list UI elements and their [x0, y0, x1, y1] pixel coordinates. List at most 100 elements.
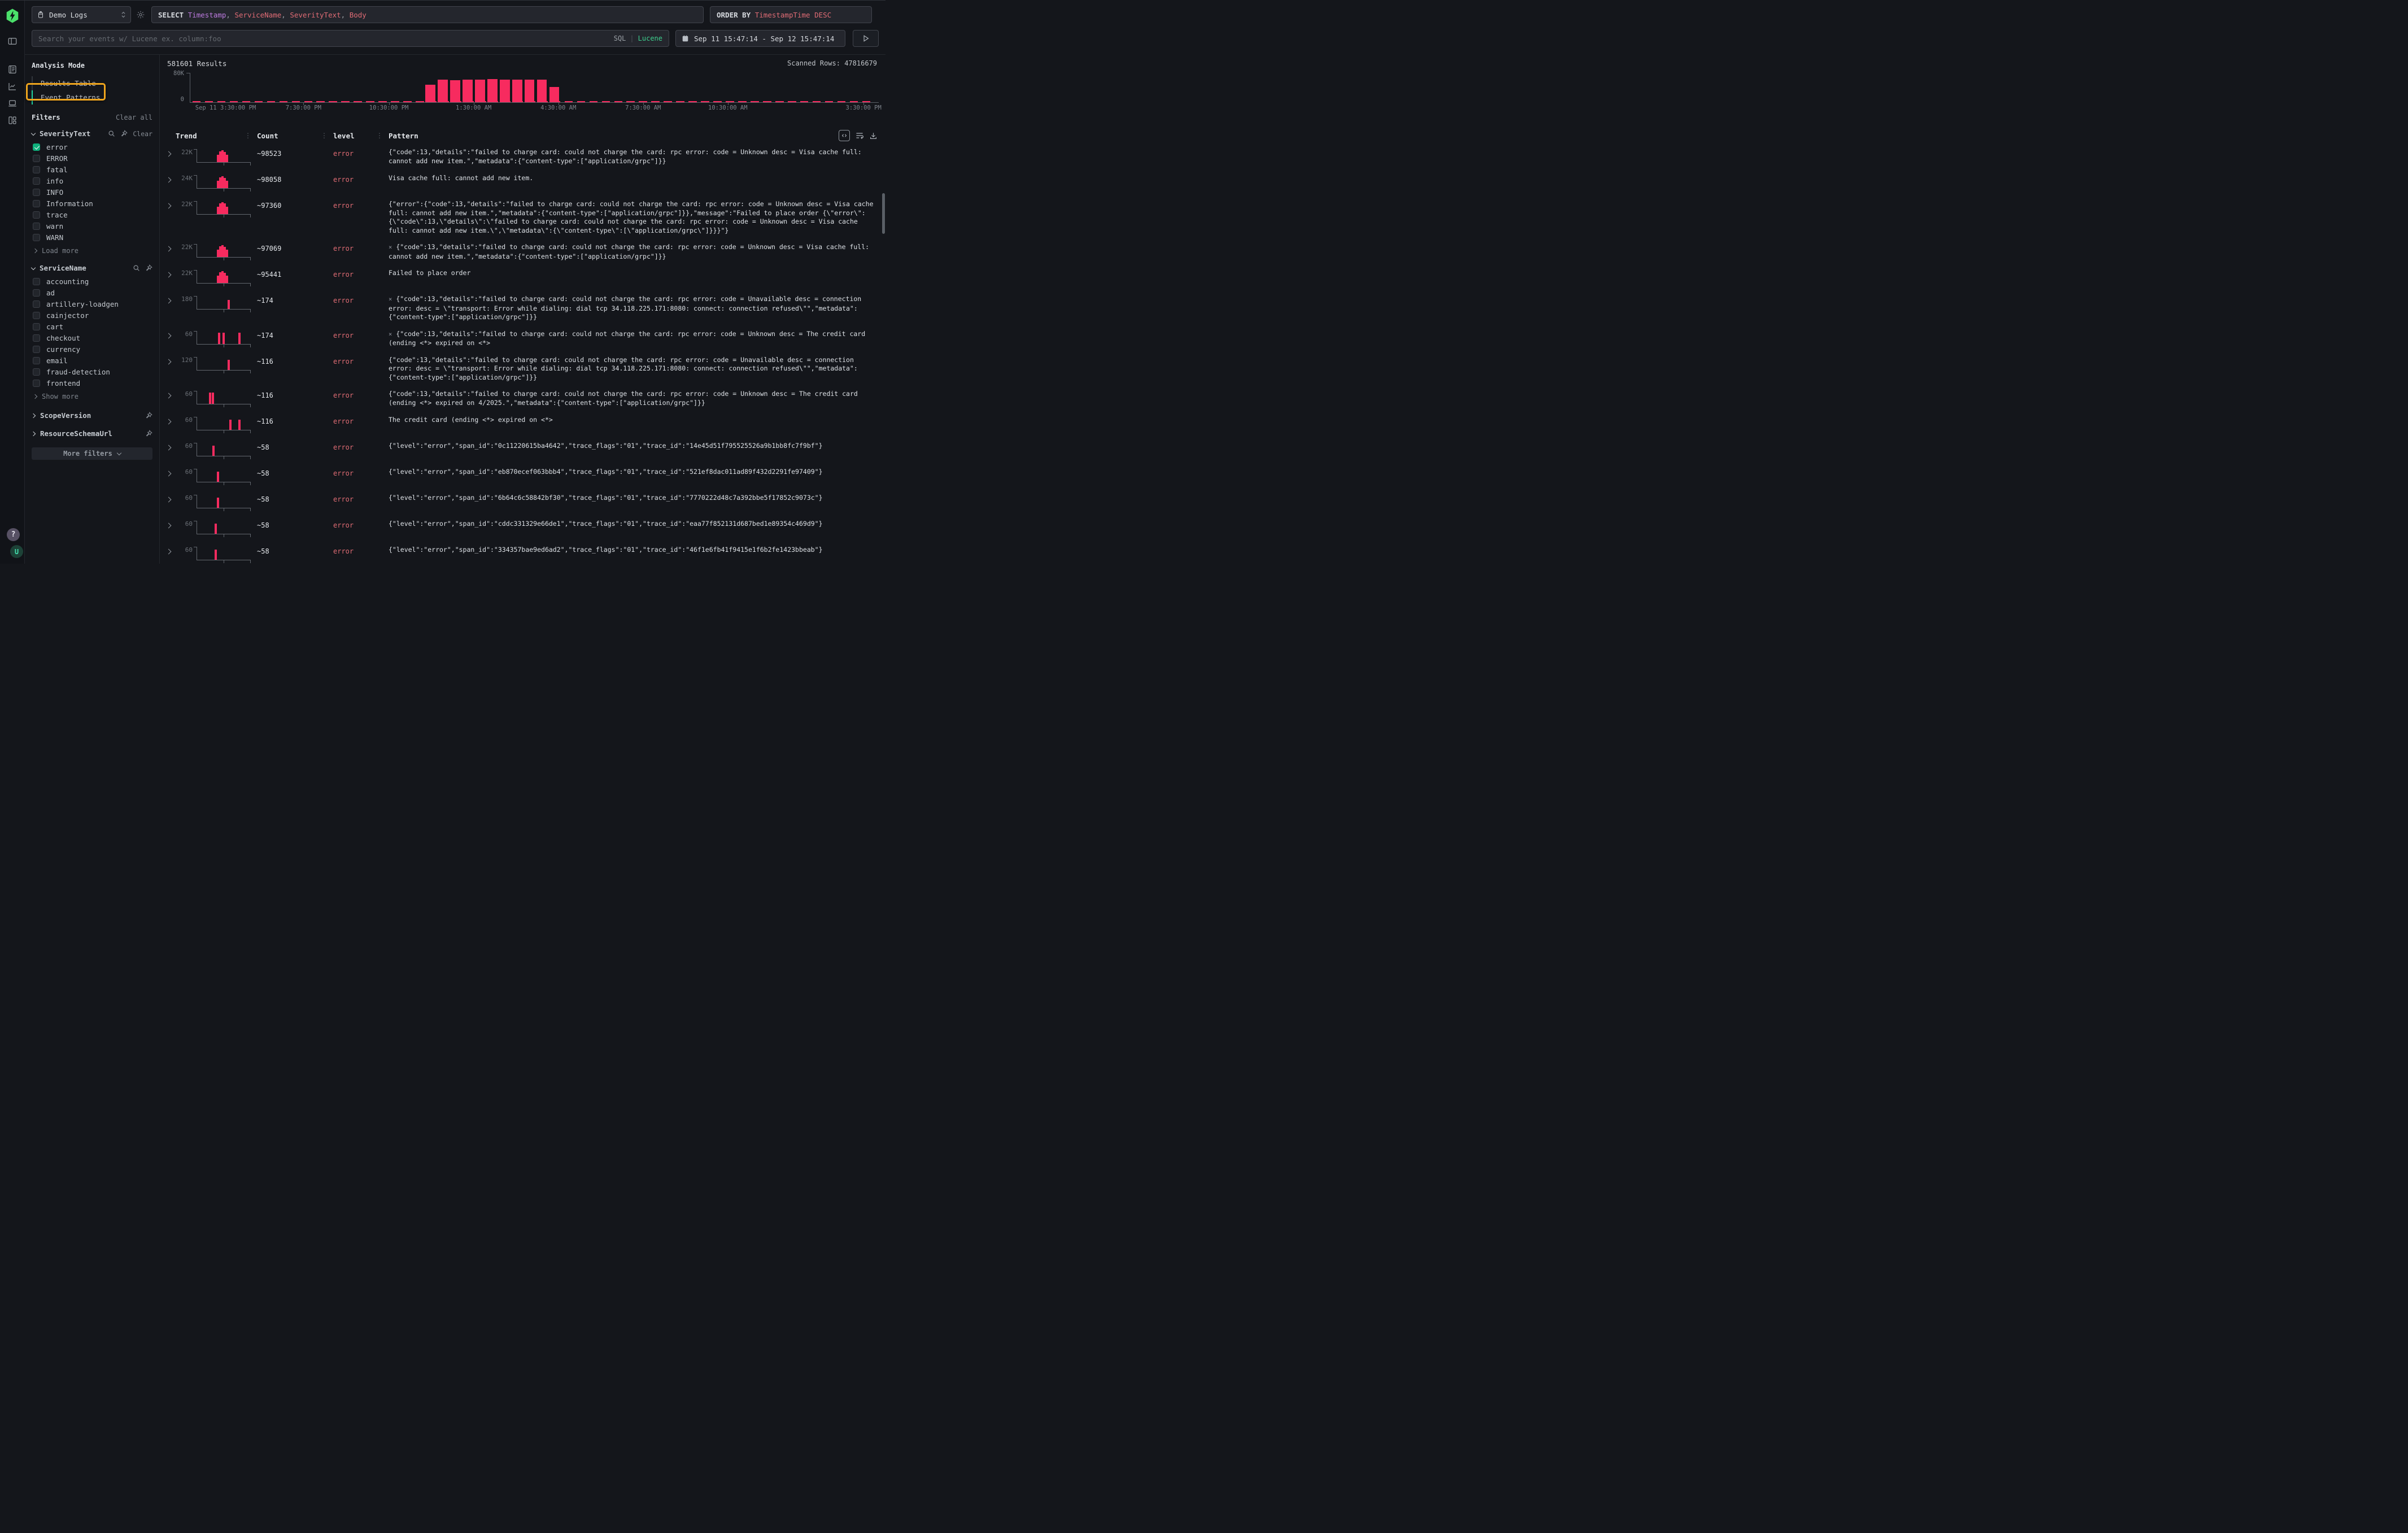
- run-query-button[interactable]: [853, 30, 879, 47]
- pattern-row[interactable]: 60~174error×{"code":13,"details":"failed…: [160, 326, 882, 352]
- select-query-input[interactable]: SELECT Timestamp, ServiceName, SeverityT…: [151, 6, 704, 23]
- row-expand-chevron-icon[interactable]: [166, 151, 172, 157]
- row-expand-chevron-icon[interactable]: [166, 497, 172, 503]
- checkbox-cart[interactable]: [33, 323, 40, 330]
- source-select[interactable]: Demo Logs: [32, 6, 131, 23]
- checkbox-cainjector[interactable]: [33, 312, 40, 319]
- checkbox-INFO[interactable]: [33, 189, 40, 196]
- filter-option-checkout[interactable]: checkout: [33, 332, 152, 343]
- column-header-count[interactable]: Count⋮: [257, 127, 333, 144]
- filter-option-accounting[interactable]: accounting: [33, 276, 152, 287]
- column-resize-handle[interactable]: ⋮: [376, 132, 383, 140]
- row-expand-chevron-icon[interactable]: [166, 471, 172, 477]
- row-expand-chevron-icon[interactable]: [166, 549, 172, 555]
- row-expand-chevron-icon[interactable]: [166, 419, 172, 425]
- view-source-button[interactable]: [839, 130, 850, 141]
- clear-all-filters-button[interactable]: Clear all: [116, 114, 152, 121]
- column-header-level[interactable]: level⋮: [333, 127, 389, 144]
- histogram-bar[interactable]: [438, 80, 448, 102]
- checkbox-currency[interactable]: [33, 346, 40, 353]
- section-scopeversion[interactable]: ScopeVersion: [32, 411, 152, 420]
- filter-option-cainjector[interactable]: cainjector: [33, 310, 152, 321]
- search-icon[interactable]: [108, 130, 115, 137]
- column-resize-handle[interactable]: ⋮: [321, 132, 328, 140]
- pattern-row[interactable]: 22K~97069error×{"code":13,"details":"fai…: [160, 239, 882, 265]
- search-input[interactable]: [38, 34, 620, 43]
- pattern-row[interactable]: 60~58error{"level":"error","span_id":"eb…: [160, 464, 882, 490]
- app-logo-icon[interactable]: [5, 8, 20, 23]
- filter-option-info[interactable]: info: [33, 175, 152, 186]
- filter-option-frontend[interactable]: frontend: [33, 377, 152, 389]
- source-settings-gear-icon[interactable]: [136, 10, 145, 19]
- checkbox-fraud-detection[interactable]: [33, 368, 40, 376]
- checkbox-info[interactable]: [33, 177, 40, 185]
- filter-option-currency[interactable]: currency: [33, 343, 152, 355]
- checkbox-trace[interactable]: [33, 211, 40, 219]
- download-icon[interactable]: [869, 132, 878, 140]
- pattern-row[interactable]: 22K~98523error{"code":13,"details":"fail…: [160, 144, 882, 170]
- pattern-row[interactable]: 180~174error×{"code":13,"details":"faile…: [160, 291, 882, 326]
- checkbox-accounting[interactable]: [33, 278, 40, 285]
- row-expand-chevron-icon[interactable]: [166, 298, 172, 304]
- row-expand-chevron-icon[interactable]: [166, 177, 172, 183]
- pattern-row[interactable]: 120~116error{"code":13,"details":"failed…: [160, 352, 882, 386]
- service-section-header[interactable]: ServiceName: [32, 264, 152, 272]
- pattern-row[interactable]: 22K~95441errorFailed to place order: [160, 265, 882, 291]
- histogram-bar[interactable]: [549, 87, 560, 102]
- mode-event-patterns[interactable]: Event Patterns: [33, 90, 152, 104]
- section-resourceschemaurl[interactable]: ResourceSchemaUrl: [32, 429, 152, 438]
- pattern-row[interactable]: 60~58error{"level":"error","span_id":"0c…: [160, 438, 882, 464]
- results-histogram[interactable]: [190, 73, 879, 102]
- histogram-bar[interactable]: [487, 79, 498, 102]
- checkbox-fatal[interactable]: [33, 166, 40, 173]
- row-expand-chevron-icon[interactable]: [166, 445, 172, 451]
- severity-load-more[interactable]: Load more: [32, 243, 152, 256]
- help-button[interactable]: ?: [7, 528, 20, 541]
- histogram-bar[interactable]: [463, 80, 473, 102]
- pattern-row[interactable]: 60~58error{"level":"error","span_id":"6b…: [160, 490, 882, 516]
- toggle-sql[interactable]: SQL: [614, 34, 626, 42]
- filter-option-trace[interactable]: trace: [33, 209, 152, 220]
- histogram-bar[interactable]: [512, 80, 522, 102]
- pattern-row[interactable]: 22K~97360error{"error":{"code":13,"detai…: [160, 196, 882, 239]
- checkbox-ERROR[interactable]: [33, 155, 40, 162]
- checkbox-warn[interactable]: [33, 223, 40, 230]
- filter-option-INFO[interactable]: INFO: [33, 186, 152, 198]
- checkbox-WARN[interactable]: [33, 234, 40, 241]
- column-header-trend[interactable]: Trend⋮: [176, 127, 257, 144]
- pattern-row[interactable]: 60~116error{"code":13,"details":"failed …: [160, 386, 882, 412]
- checkbox-checkout[interactable]: [33, 334, 40, 342]
- severity-clear-button[interactable]: Clear: [133, 130, 152, 138]
- filter-option-ad[interactable]: ad: [33, 287, 152, 298]
- pattern-row[interactable]: 24K~98058errorVisa cache full: cannot ad…: [160, 170, 882, 196]
- histogram-bar[interactable]: [525, 80, 535, 102]
- histogram-bar[interactable]: [475, 80, 485, 102]
- column-header-pattern[interactable]: Pattern: [389, 127, 879, 144]
- filter-option-error[interactable]: error: [33, 141, 152, 153]
- user-avatar[interactable]: U: [10, 545, 23, 558]
- pattern-row[interactable]: 60~116errorThe credit card (ending <*> e…: [160, 412, 882, 438]
- more-filters-button[interactable]: More filters: [32, 447, 152, 460]
- filter-option-ERROR[interactable]: ERROR: [33, 153, 152, 164]
- pattern-row[interactable]: 60~58error{"level":"error","span_id":"33…: [160, 542, 882, 564]
- row-expand-chevron-icon[interactable]: [166, 333, 172, 338]
- collapse-sidebar-icon[interactable]: [7, 36, 18, 46]
- column-resize-handle[interactable]: ⋮: [245, 132, 251, 140]
- nav-chart-explorer-icon[interactable]: [7, 81, 18, 92]
- nav-dashboards-icon[interactable]: [7, 115, 18, 125]
- scrollbar-thumb[interactable]: [882, 193, 885, 234]
- checkbox-frontend[interactable]: [33, 380, 40, 387]
- service-show-more[interactable]: Show more: [32, 389, 152, 402]
- filter-option-fraud-detection[interactable]: fraud-detection: [33, 366, 152, 377]
- date-range-picker[interactable]: Sep 11 15:47:14 - Sep 12 15:47:14: [675, 30, 845, 47]
- mode-results-table[interactable]: Results Table: [33, 76, 152, 90]
- filter-option-WARN[interactable]: WARN: [33, 232, 152, 243]
- checkbox-error[interactable]: [33, 143, 40, 151]
- histogram-bar[interactable]: [500, 80, 510, 102]
- checkbox-ad[interactable]: [33, 289, 40, 297]
- checkbox-Information[interactable]: [33, 200, 40, 207]
- order-by-input[interactable]: ORDER BY TimestampTime DESC: [710, 6, 872, 23]
- toggle-lucene[interactable]: Lucene: [638, 34, 662, 42]
- checkbox-artillery-loadgen[interactable]: [33, 300, 40, 308]
- filter-option-warn[interactable]: warn: [33, 220, 152, 232]
